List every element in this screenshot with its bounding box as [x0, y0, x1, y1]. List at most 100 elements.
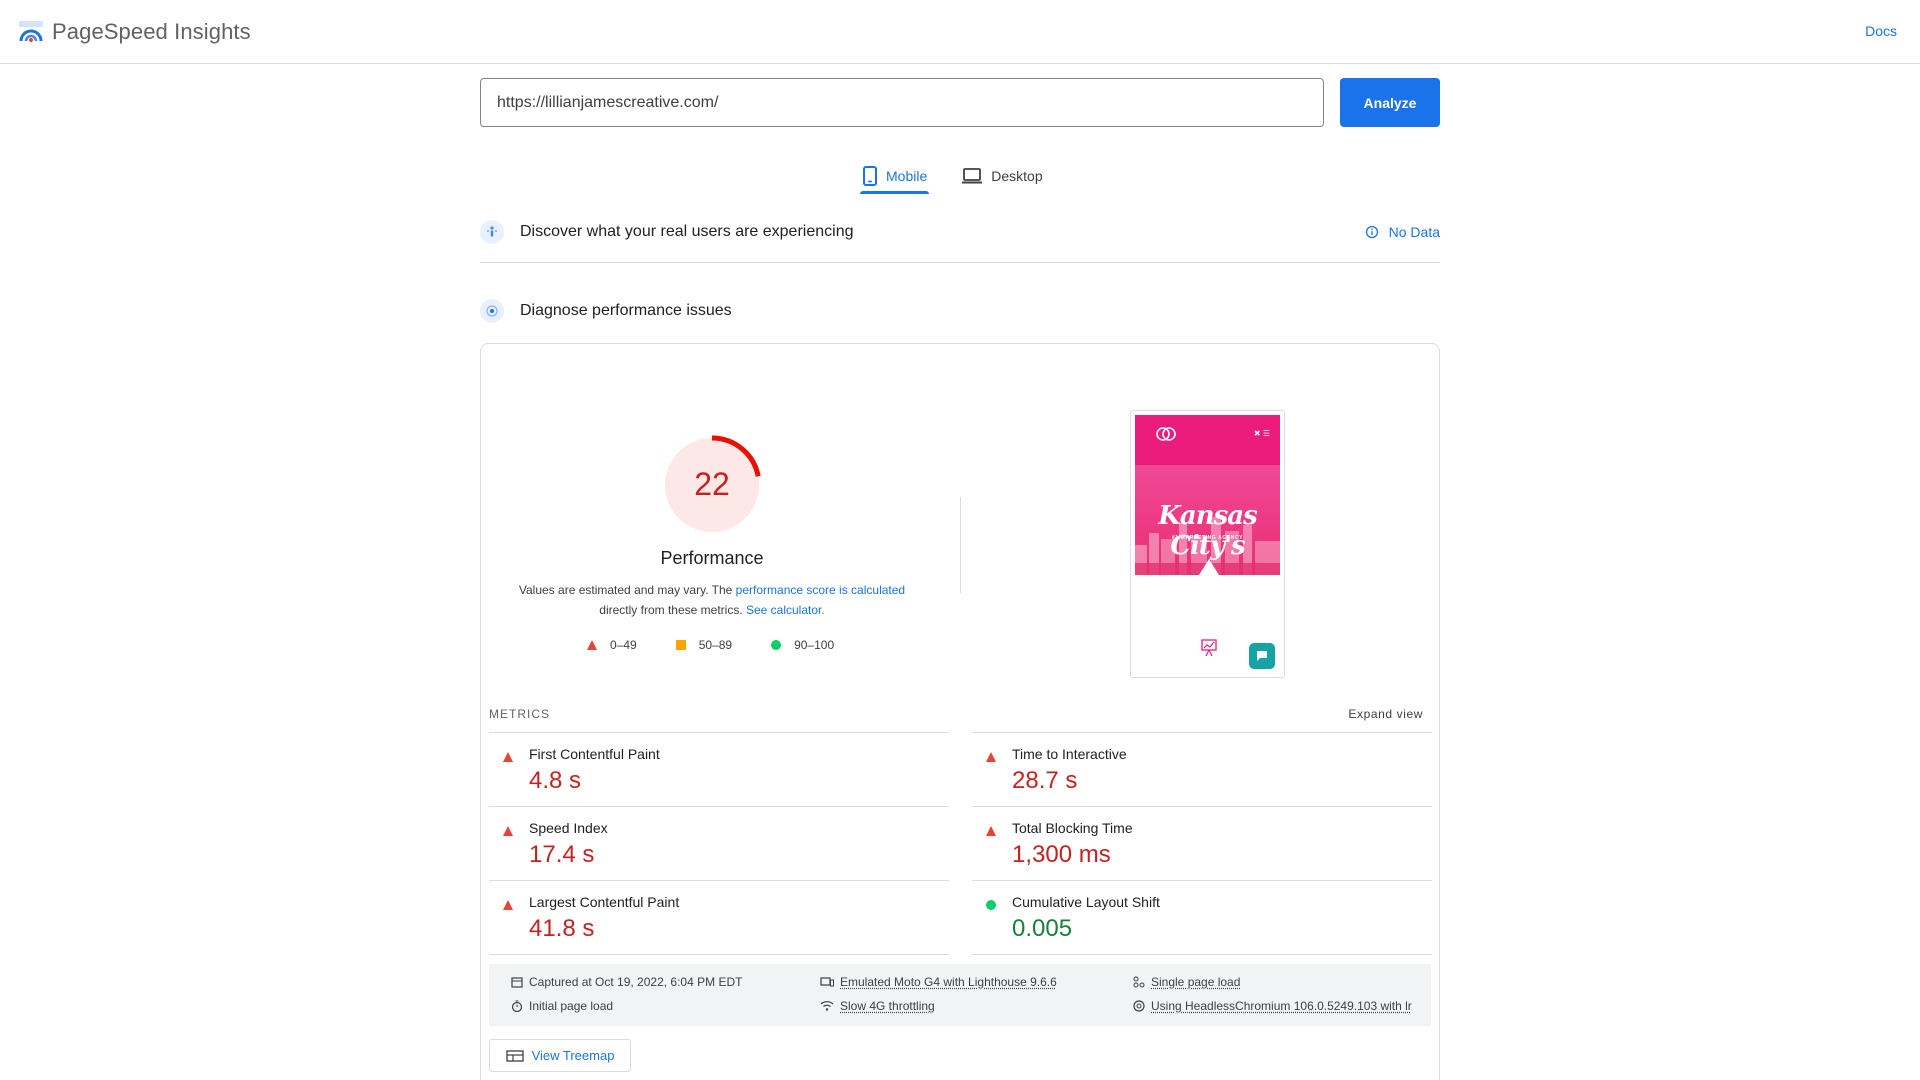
preview-menu-icon: ✖ ☰: [1254, 429, 1270, 438]
metric-speed-index: Speed Index 17.4 s: [489, 806, 949, 880]
metric-name: Largest Contentful Paint: [529, 894, 679, 910]
expand-view-toggle[interactable]: Expand view: [1348, 707, 1423, 721]
timer-icon: [511, 1000, 523, 1012]
poor-triangle-icon: [502, 899, 514, 911]
tab-mobile[interactable]: Mobile: [860, 158, 929, 194]
view-treemap-button[interactable]: View Treemap: [489, 1039, 631, 1072]
browser-text: Using HeadlessChromium 106.0.5249.103 wi…: [1151, 999, 1412, 1013]
url-input[interactable]: https://lillianjamescreative.com/: [480, 78, 1324, 127]
metric-name: Total Blocking Time: [1012, 820, 1133, 836]
field-data-section[interactable]: Discover what your real users are experi…: [480, 219, 1440, 245]
users-icon: [480, 220, 504, 244]
single-load-text: Single page load: [1151, 975, 1240, 989]
metric-value: 17.4 s: [529, 841, 594, 869]
captured-text: Captured at Oct 19, 2022, 6:04 PM EDT: [529, 975, 742, 989]
legend-average-label: 50–89: [699, 638, 732, 652]
poor-triangle-icon: [985, 825, 997, 837]
lab-data-title: Diagnose performance issues: [520, 302, 732, 320]
treemap-icon: [506, 1050, 524, 1062]
metric-value: 4.8 s: [529, 767, 581, 795]
info-icon: [1365, 225, 1379, 239]
preview-hero-title: Kansas City's: [1135, 501, 1280, 561]
metric-first-contentful-paint: First Contentful Paint 4.8 s: [489, 732, 949, 806]
phone-icon: [862, 166, 878, 186]
poor-triangle-icon: [502, 825, 514, 837]
info-browser[interactable]: Using HeadlessChromium 106.0.5249.103 wi…: [1133, 999, 1412, 1013]
score-calculated-link[interactable]: performance score is calculated: [736, 583, 905, 597]
legend-good: 90–100: [770, 638, 834, 652]
info-single-load[interactable]: Single page load: [1133, 975, 1240, 989]
metric-cumulative-layout-shift: Cumulative Layout Shift 0.005: [972, 880, 1432, 954]
score-note: Values are estimated and may vary. The p…: [512, 580, 912, 620]
devices-icon: [820, 976, 834, 988]
wifi-icon: [820, 1000, 834, 1012]
no-data-status[interactable]: No Data: [1365, 224, 1440, 240]
chrome-icon: [1133, 1000, 1145, 1012]
performance-label: Performance: [612, 548, 812, 569]
preview-notch: [1199, 559, 1219, 575]
tab-desktop[interactable]: Desktop: [959, 158, 1044, 194]
info-throttling[interactable]: Slow 4G throttling: [820, 999, 935, 1013]
info-device[interactable]: Emulated Moto G4 with Lighthouse 9.6.6: [820, 975, 1057, 989]
lab-data-section: Diagnose performance issues: [480, 298, 1440, 324]
score-note-middle: directly from these metrics.: [599, 603, 746, 617]
legend-average: 50–89: [675, 638, 732, 652]
metric-time-to-interactive: Time to Interactive 28.7 s: [972, 732, 1432, 806]
field-data-title: Discover what your real users are experi…: [520, 223, 853, 241]
no-data-label: No Data: [1389, 224, 1440, 240]
tab-desktop-label: Desktop: [991, 168, 1042, 184]
chat-bubble-icon: [1249, 643, 1275, 669]
calendar-icon: [511, 976, 523, 988]
device-tabs: Mobile Desktop: [860, 158, 1045, 194]
metric-largest-contentful-paint: Largest Contentful Paint 41.8 s: [489, 880, 949, 954]
pagespeed-logo-icon: [18, 19, 44, 45]
preview-header: ✖ ☰: [1135, 415, 1280, 465]
section-divider: [480, 262, 1440, 263]
performance-score-value: 22: [694, 466, 730, 502]
top-app-bar: PageSpeed Insights Docs: [0, 0, 1920, 64]
nodes-icon: [1133, 976, 1145, 988]
app-title: PageSpeed Insights: [52, 19, 251, 45]
square-icon: [675, 639, 687, 651]
see-calculator-link[interactable]: See calculator.: [746, 603, 825, 617]
view-treemap-label: View Treemap: [532, 1048, 615, 1063]
good-circle-icon: [985, 899, 997, 911]
score-note-prefix: Values are estimated and may vary. The: [519, 583, 736, 597]
legend-poor-label: 0–49: [610, 638, 637, 652]
device-text: Emulated Moto G4 with Lighthouse 9.6.6: [840, 975, 1057, 989]
final-screenshot-preview[interactable]: ✖ ☰ Kansas City's #1 MARKETING AGENCY: [1130, 410, 1285, 678]
brand-mark-icon: [1155, 425, 1177, 443]
metric-name: Time to Interactive: [1012, 746, 1127, 762]
poor-triangle-icon: [985, 751, 997, 763]
analyze-button[interactable]: Analyze: [1340, 78, 1440, 127]
laptop-icon: [961, 167, 983, 185]
performance-gauge: 22: [662, 435, 762, 535]
throttling-text: Slow 4G throttling: [840, 999, 935, 1013]
vertical-divider: [960, 497, 961, 593]
tab-mobile-label: Mobile: [886, 168, 927, 184]
triangle-icon: [586, 639, 598, 651]
preview-hero-subtitle: #1 MARKETING AGENCY: [1135, 535, 1280, 541]
metric-value: 28.7 s: [1012, 767, 1077, 795]
poor-triangle-icon: [502, 751, 514, 763]
metric-total-blocking-time: Total Blocking Time 1,300 ms: [972, 806, 1432, 880]
run-info-panel: Captured at Oct 19, 2022, 6:04 PM EDT In…: [489, 964, 1431, 1026]
metric-name: First Contentful Paint: [529, 746, 660, 762]
metric-value: 1,300 ms: [1012, 841, 1111, 869]
legend-poor: 0–49: [586, 638, 637, 652]
metrics-divider: [972, 954, 1432, 955]
presentation-chart-icon: [1201, 639, 1217, 657]
metric-name: Cumulative Layout Shift: [1012, 894, 1160, 910]
info-captured: Captured at Oct 19, 2022, 6:04 PM EDT: [511, 975, 742, 989]
diagnose-icon: [480, 299, 504, 323]
info-initial-load: Initial page load: [511, 999, 613, 1013]
metric-value: 41.8 s: [529, 915, 594, 943]
metrics-divider: [489, 954, 949, 955]
initial-load-text: Initial page load: [529, 999, 613, 1013]
docs-link[interactable]: Docs: [1865, 23, 1897, 39]
legend-good-label: 90–100: [794, 638, 834, 652]
circle-icon: [770, 639, 782, 651]
metrics-heading: METRICS: [489, 707, 550, 721]
score-legend: 0–49 50–89 90–100: [586, 638, 834, 652]
brand[interactable]: PageSpeed Insights: [18, 16, 251, 48]
